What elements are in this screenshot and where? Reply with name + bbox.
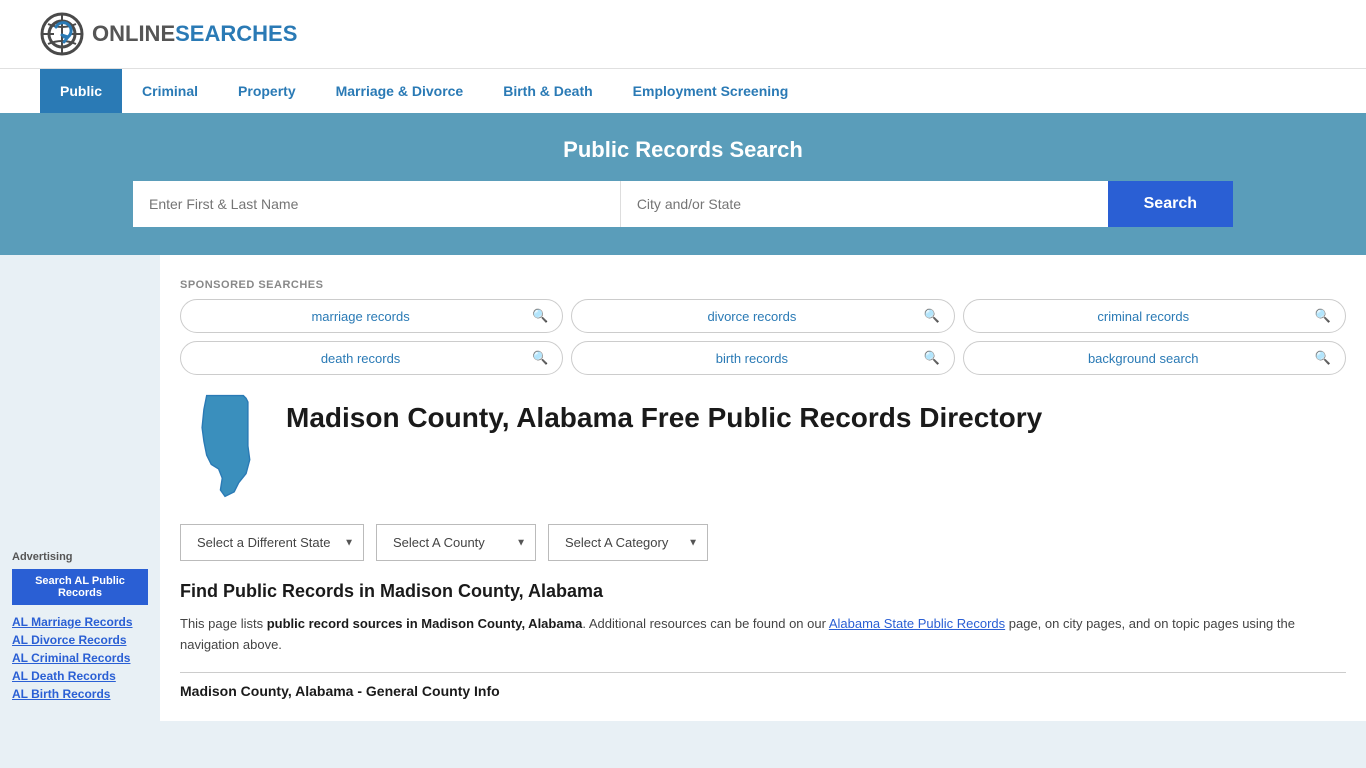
search-banner: Public Records Search Search [0,113,1366,255]
pill-divorce-text: divorce records [586,309,917,324]
pill-background[interactable]: background search 🔍 [963,341,1346,375]
county-dropdown-wrapper: Select A County [376,524,536,561]
site-header: ONLINESEARCHES [0,0,1366,68]
find-records-heading: Find Public Records in Madison County, A… [180,581,1346,602]
category-dropdown-wrapper: Select A Category [548,524,708,561]
alabama-records-link[interactable]: Alabama State Public Records [829,616,1005,631]
name-input[interactable] [133,181,621,227]
logo-wordmark: ONLINESEARCHES [92,21,297,47]
list-item: AL Marriage Records [12,615,148,629]
search-icon: 🔍 [923,308,939,324]
search-icon: 🔍 [532,308,548,324]
search-pills: marriage records 🔍 divorce records 🔍 cri… [180,299,1346,375]
sponsored-label: SPONSORED SEARCHES [180,279,1346,291]
search-form: Search [133,181,1233,227]
desc-bold: public record sources in Madison County,… [267,616,583,631]
pill-birth-text: birth records [586,351,917,366]
sidebar-link-birth[interactable]: AL Birth Records [12,687,148,701]
logo-icon [40,12,84,56]
nav-property[interactable]: Property [218,69,316,113]
banner-title: Public Records Search [40,137,1326,163]
list-item: AL Divorce Records [12,633,148,647]
pill-criminal-text: criminal records [978,309,1309,324]
pill-marriage[interactable]: marriage records 🔍 [180,299,563,333]
pill-marriage-text: marriage records [195,309,526,324]
pill-divorce[interactable]: divorce records 🔍 [571,299,954,333]
pill-background-text: background search [978,351,1309,366]
sponsored-section: SPONSORED SEARCHES marriage records 🔍 di… [180,269,1346,375]
alabama-map-icon [180,391,270,501]
pill-birth[interactable]: birth records 🔍 [571,341,954,375]
location-input[interactable] [621,181,1108,227]
sidebar: Advertising Search AL Public Records AL … [0,255,160,721]
logo[interactable]: ONLINESEARCHES [40,12,297,56]
category-dropdown[interactable]: Select A Category [548,524,708,561]
main-nav: Public Criminal Property Marriage & Divo… [0,68,1366,113]
logo-online-text: ONLINE [92,21,175,46]
search-icon: 🔍 [1315,350,1331,366]
search-icon: 🔍 [532,350,548,366]
list-item: AL Birth Records [12,687,148,701]
list-item: AL Death Records [12,669,148,683]
nav-public[interactable]: Public [40,69,122,113]
nav-criminal[interactable]: Criminal [122,69,218,113]
pill-death-text: death records [195,351,526,366]
sidebar-link-criminal[interactable]: AL Criminal Records [12,651,148,665]
list-item: AL Criminal Records [12,651,148,665]
sidebar-link-divorce[interactable]: AL Divorce Records [12,633,148,647]
state-dropdown[interactable]: Select a Different State [180,524,364,561]
main-content: SPONSORED SEARCHES marriage records 🔍 di… [160,255,1366,721]
section-title: Madison County, Alabama - General County… [180,683,500,699]
sidebar-ad-button[interactable]: Search AL Public Records [12,569,148,605]
search-icon: 🔍 [923,350,939,366]
sidebar-links: AL Marriage Records AL Divorce Records A… [12,615,148,701]
main-layout: Advertising Search AL Public Records AL … [0,255,1366,721]
state-map [180,391,270,504]
sidebar-link-marriage[interactable]: AL Marriage Records [12,615,148,629]
section-divider: Madison County, Alabama - General County… [180,672,1346,699]
nav-employment[interactable]: Employment Screening [613,69,809,113]
sidebar-link-death[interactable]: AL Death Records [12,669,148,683]
nav-marriage-divorce[interactable]: Marriage & Divorce [316,69,484,113]
state-dropdown-wrapper: Select a Different State [180,524,364,561]
page-title: Madison County, Alabama Free Public Reco… [286,391,1042,435]
desc-part1: This page lists [180,616,267,631]
search-icon: 🔍 [1315,308,1331,324]
pill-criminal[interactable]: criminal records 🔍 [963,299,1346,333]
logo-searches-text: SEARCHES [175,21,297,46]
county-dropdown[interactable]: Select A County [376,524,536,561]
dropdowns: Select a Different State Select A County… [180,524,1346,561]
desc-part2: . Additional resources can be found on o… [582,616,828,631]
sidebar-ad-label: Advertising [12,551,148,563]
page-header: Madison County, Alabama Free Public Reco… [180,391,1346,504]
pill-death[interactable]: death records 🔍 [180,341,563,375]
description-text: This page lists public record sources in… [180,614,1346,656]
nav-birth-death[interactable]: Birth & Death [483,69,612,113]
search-button[interactable]: Search [1108,181,1233,227]
